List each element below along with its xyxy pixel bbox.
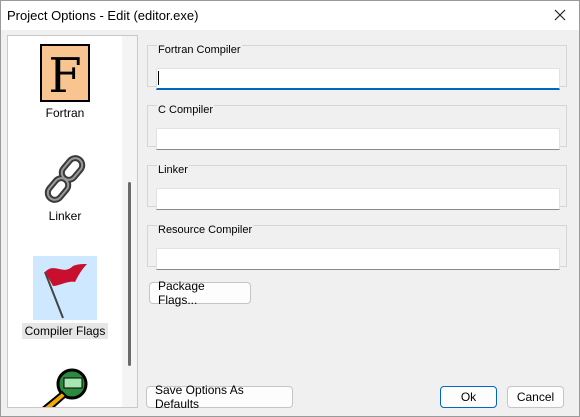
- ok-button[interactable]: Ok: [440, 386, 497, 408]
- red-flag-icon: [44, 264, 87, 319]
- window-title: Project Options - Edit (editor.exe): [7, 8, 199, 23]
- title-bar: Project Options - Edit (editor.exe): [1, 1, 579, 30]
- close-button[interactable]: [549, 5, 571, 25]
- fortran-compiler-group: Fortran Compiler: [147, 44, 567, 90]
- resource-compiler-group: Resource Compiler: [147, 224, 567, 270]
- linker-group: Linker: [147, 164, 567, 210]
- project-options-dialog: Project Options - Edit (editor.exe) F Fo…: [0, 0, 580, 417]
- package-magnifier-icon: [42, 368, 88, 407]
- linker-input[interactable]: [156, 188, 560, 210]
- sidebar-item-linker[interactable]: Linker: [16, 153, 114, 224]
- fortran-icon: F: [40, 44, 90, 102]
- scrollbar-thumb[interactable]: [128, 182, 131, 366]
- sidebar-item-label: Fortran: [45, 106, 85, 120]
- fortran-compiler-label: Fortran Compiler: [157, 44, 242, 56]
- c-compiler-label: C Compiler: [157, 104, 215, 116]
- save-defaults-button[interactable]: Save Options As Defaults: [146, 383, 293, 411]
- selection-highlight: [33, 256, 97, 320]
- linker-label: Linker: [157, 164, 189, 176]
- resource-compiler-label: Resource Compiler: [157, 224, 254, 236]
- package-flags-button[interactable]: Package Flags...: [149, 279, 251, 307]
- sidebar-item-compiler-flags[interactable]: Compiler Flags: [16, 256, 114, 339]
- sidebar-scrollbar[interactable]: [122, 36, 137, 407]
- chain-link-icon: [44, 155, 86, 203]
- fortran-compiler-input[interactable]: [156, 68, 560, 90]
- c-compiler-input[interactable]: [156, 128, 560, 150]
- svg-text:F: F: [48, 48, 81, 102]
- options-sidebar[interactable]: F Fortran Linker Compiler Flags: [7, 35, 138, 408]
- sidebar-item-label: Compiler Flags: [21, 323, 109, 339]
- cancel-button[interactable]: Cancel: [507, 386, 564, 408]
- sidebar-item-label: Linker: [48, 209, 82, 223]
- sidebar-item-fortran[interactable]: F Fortran: [16, 44, 114, 121]
- c-compiler-group: C Compiler: [147, 104, 567, 150]
- resource-compiler-input[interactable]: [156, 248, 560, 270]
- text-caret: [158, 71, 159, 85]
- close-icon: [554, 9, 566, 21]
- sidebar-item-package[interactable]: [16, 366, 114, 407]
